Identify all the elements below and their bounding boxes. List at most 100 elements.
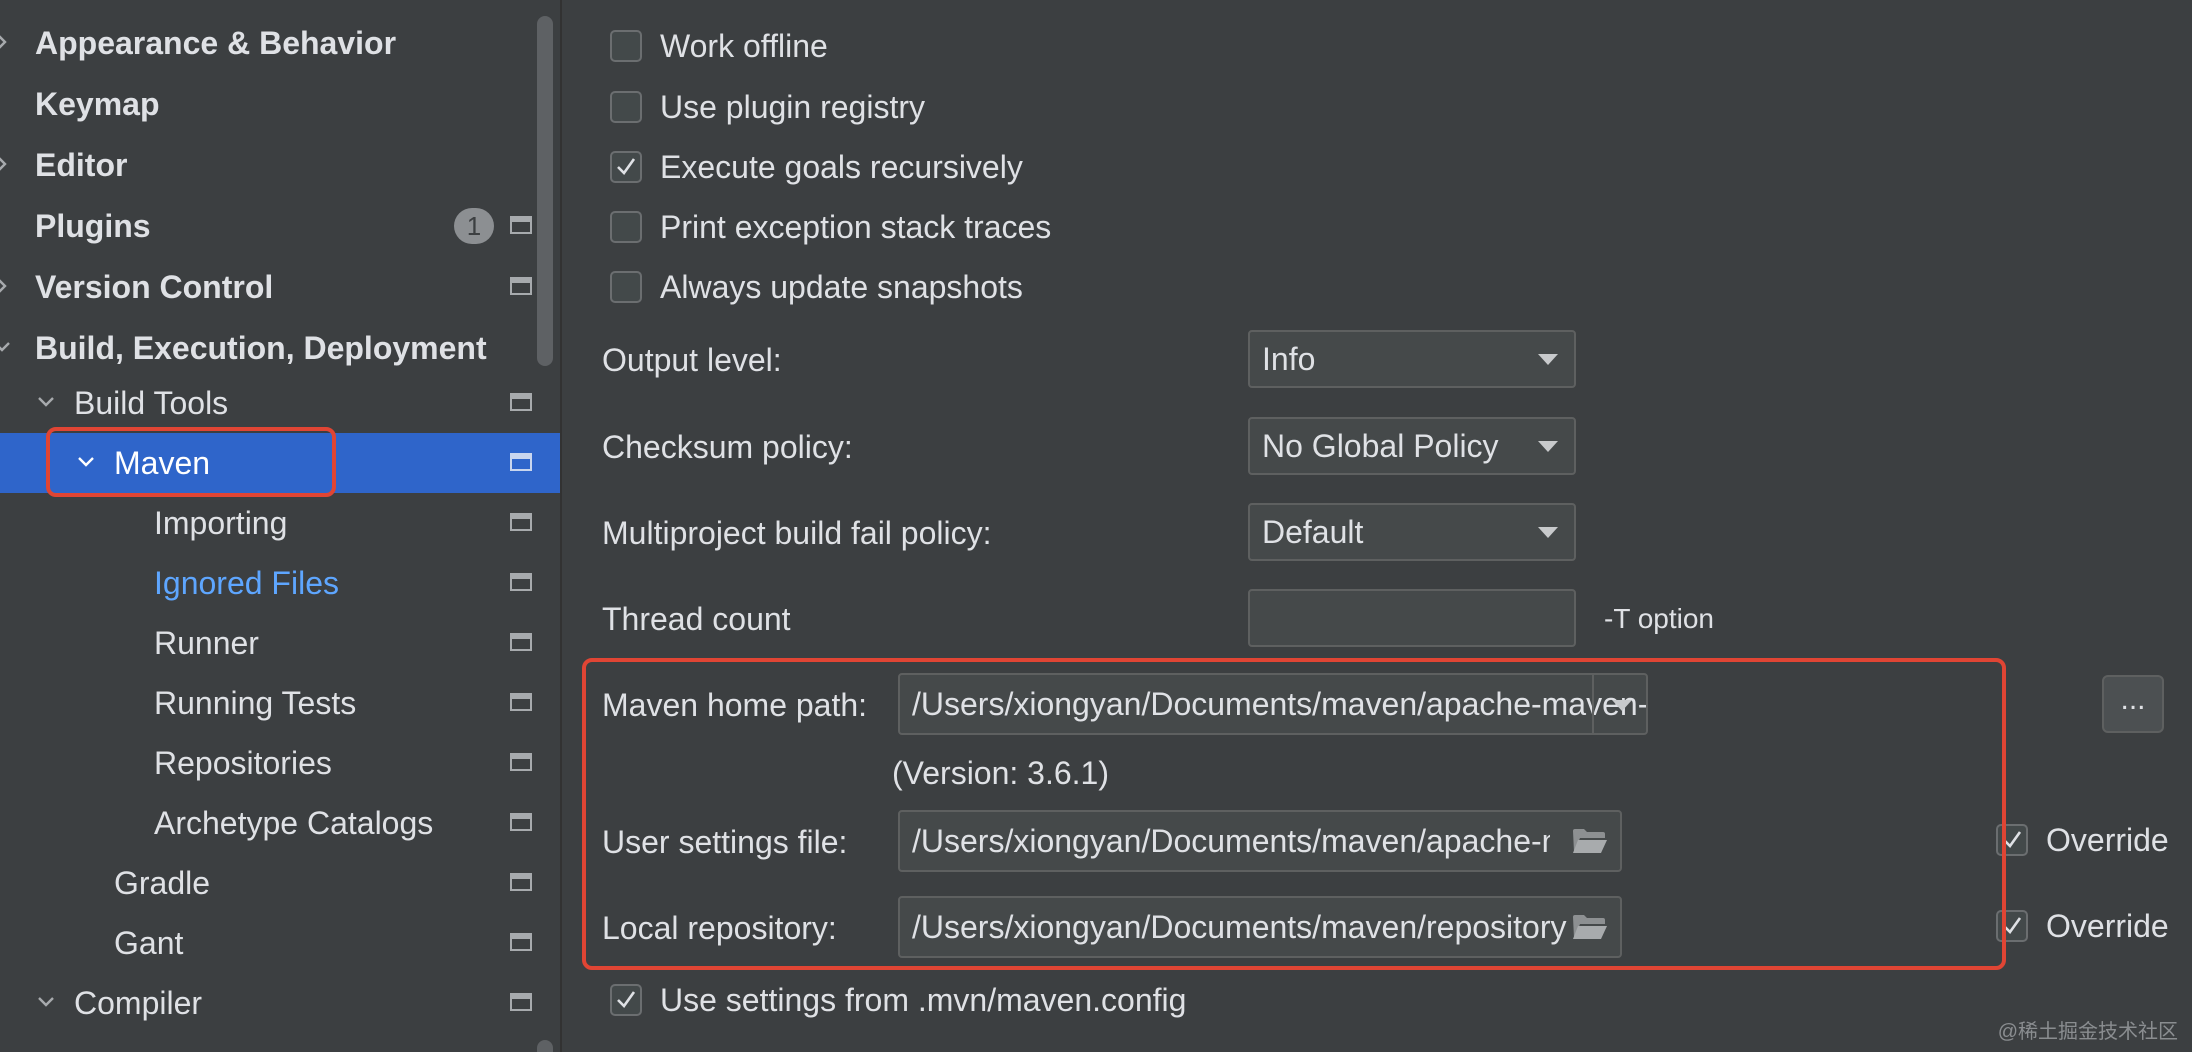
chevron-right-icon (0, 156, 10, 172)
local-repository-override-label: Override (2046, 908, 2169, 944)
maven-home-path-value: /Users/xiongyan/Documents/maven/apache-m… (912, 686, 1648, 722)
sidebar-item-compiler[interactable]: Compiler (0, 973, 560, 1033)
maven-home-path-combo[interactable]: /Users/xiongyan/Documents/maven/apache-m… (898, 673, 1648, 735)
output-level-dropdown[interactable]: Info (1248, 330, 1576, 388)
folder-icon[interactable] (1572, 913, 1608, 941)
sidebar-item-runner[interactable]: Runner (0, 613, 560, 673)
sidebar-item-label: Archetype Catalogs (154, 805, 434, 841)
project-scope-icon (510, 573, 532, 591)
execute-goals-recursively-checkbox[interactable] (610, 151, 642, 183)
sidebar-item-label: Keymap (35, 86, 160, 122)
local-repository-override-checkbox[interactable] (1996, 910, 2028, 942)
sidebar-item-label: Editor (35, 147, 128, 183)
sidebar-item-label: Maven (114, 445, 211, 481)
dropdown-arrow-icon (1538, 354, 1558, 365)
sidebar-item-label: Build, Execution, Deployment (35, 330, 487, 366)
print-exception-stack-traces-checkbox[interactable] (610, 211, 642, 243)
sidebar-item-label: Gant (114, 925, 184, 961)
project-scope-icon (510, 633, 532, 651)
thread-count-hint: -T option (1604, 603, 1714, 634)
multiproject-fail-policy-dropdown[interactable]: Default (1248, 503, 1576, 561)
thread-count-label: Thread count (602, 601, 791, 637)
project-scope-icon (510, 933, 532, 951)
chevron-down-icon (38, 394, 54, 410)
dropdown-arrow-icon (1538, 527, 1558, 538)
sidebar-item-ignored-files[interactable]: Ignored Files (0, 553, 560, 613)
sidebar-item-maven[interactable]: Maven (0, 433, 560, 493)
sidebar-item-build-tools[interactable]: Build Tools (0, 373, 560, 433)
browse-maven-home-button[interactable]: ... (2102, 675, 2164, 733)
dropdown-arrow-icon (1538, 441, 1558, 452)
checkmark-icon (617, 158, 636, 176)
project-scope-icon (510, 216, 532, 234)
user-settings-override-label: Override (2046, 822, 2169, 858)
thread-count-input[interactable] (1248, 589, 1576, 647)
project-scope-icon (510, 393, 532, 411)
print-exception-stack-traces-label: Print exception stack traces (660, 209, 1052, 245)
chevron-right-icon (0, 34, 10, 50)
chevron-down-icon (78, 454, 94, 470)
always-update-snapshots-checkbox[interactable] (610, 271, 642, 303)
sidebar-item-running-tests[interactable]: Running Tests (0, 673, 560, 733)
multiproject-fail-policy-value: Default (1262, 514, 1364, 550)
use-plugin-registry-checkbox[interactable] (610, 91, 642, 123)
checksum-policy-value: No Global Policy (1262, 428, 1499, 464)
maven-home-path-label: Maven home path: (602, 687, 868, 723)
work-offline-checkbox[interactable] (610, 30, 642, 62)
sidebar-item-appearance-behavior[interactable]: Appearance & Behavior (0, 13, 560, 73)
project-scope-icon (510, 813, 532, 831)
checkmark-icon (617, 991, 636, 1009)
sidebar-item-repositories[interactable]: Repositories (0, 733, 560, 793)
settings-sidebar: Appearance & Behavior Keymap Editor Plug… (0, 0, 560, 1052)
always-update-snapshots-label: Always update snapshots (660, 269, 1023, 305)
output-level-label: Output level: (602, 342, 782, 378)
sidebar-item-label: Gradle (114, 865, 211, 901)
output-level-value: Info (1262, 341, 1316, 377)
use-mvn-config-checkbox[interactable] (610, 984, 642, 1016)
sidebar-item-label: Appearance & Behavior (35, 25, 397, 61)
checkmark-icon (2003, 831, 2022, 849)
watermark: @稀土掘金技术社区 (1997, 1021, 2178, 1043)
project-scope-icon (510, 753, 532, 771)
sidebar-item-archetype-catalogs[interactable]: Archetype Catalogs (0, 793, 560, 853)
maven-settings-panel: Work offline Use plugin registry Execute… (562, 0, 2192, 1052)
dropdown-arrow-icon[interactable] (1612, 700, 1632, 712)
project-scope-icon (510, 873, 532, 891)
sidebar-item-build-execution-deployment[interactable]: Build, Execution, Deployment (0, 318, 560, 378)
sidebar-item-plugins[interactable]: Plugins 1 (0, 196, 560, 256)
sidebar-item-label: Compiler (74, 985, 203, 1021)
sidebar-item-label: Repositories (154, 745, 332, 781)
sidebar-item-gradle[interactable]: Gradle (0, 853, 560, 913)
project-scope-icon (510, 693, 532, 711)
sidebar-scrollbar-thumb[interactable] (537, 16, 553, 366)
local-repository-label: Local repository: (602, 910, 837, 946)
sidebar-item-label: Importing (154, 505, 288, 541)
local-repository-input[interactable]: /Users/xiongyan/Documents/maven/reposito… (898, 896, 1622, 958)
sidebar-item-keymap[interactable]: Keymap (0, 74, 560, 134)
chevron-down-icon (38, 994, 54, 1010)
sidebar-item-version-control[interactable]: Version Control (0, 257, 560, 317)
sidebar-item-editor[interactable]: Editor (0, 135, 560, 195)
sidebar-item-label: Version Control (35, 269, 274, 305)
user-settings-file-label: User settings file: (602, 824, 848, 860)
chevron-down-icon (0, 339, 10, 355)
chevron-right-icon (0, 278, 10, 294)
user-settings-file-value: /Users/xiongyan/Documents/maven/apache-m… (912, 823, 1550, 859)
user-settings-file-input[interactable]: /Users/xiongyan/Documents/maven/apache-m… (898, 810, 1622, 872)
local-repository-value: /Users/xiongyan/Documents/maven/reposito… (912, 909, 1567, 945)
maven-version-label: (Version: 3.6.1) (892, 755, 1109, 791)
folder-icon[interactable] (1572, 827, 1608, 855)
combo-separator (1592, 675, 1594, 733)
project-scope-icon (510, 453, 532, 471)
sidebar-item-label: Running Tests (154, 685, 357, 721)
sidebar-item-label: Build Tools (74, 385, 229, 421)
sidebar-item-label: Ignored Files (154, 565, 339, 601)
project-scope-icon (510, 513, 532, 531)
project-scope-icon (510, 993, 532, 1011)
project-scope-icon (510, 277, 532, 295)
update-count-badge: 1 (454, 208, 494, 244)
sidebar-item-gant[interactable]: Gant (0, 913, 560, 973)
user-settings-override-checkbox[interactable] (1996, 824, 2028, 856)
sidebar-item-importing[interactable]: Importing (0, 493, 560, 553)
checksum-policy-dropdown[interactable]: No Global Policy (1248, 417, 1576, 475)
